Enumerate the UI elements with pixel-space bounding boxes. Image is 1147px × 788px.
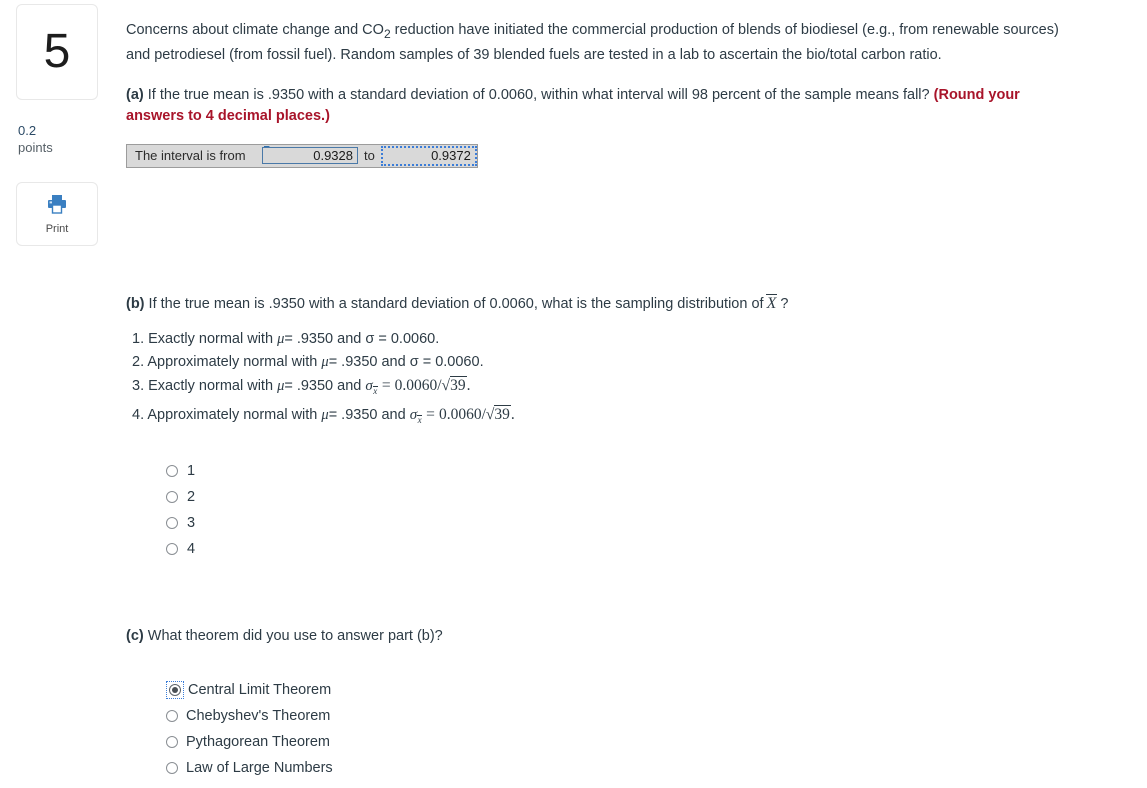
stem-text-before-co2: Concerns about climate change and CO — [126, 22, 384, 38]
radio-option-b-4[interactable]: 4 — [166, 536, 195, 562]
interval-from-input[interactable] — [262, 147, 358, 165]
radio-option-b-1[interactable]: 1 — [166, 458, 195, 484]
option-1-prefix: Exactly normal with — [148, 331, 274, 347]
radio-option-law-of-large-numbers[interactable]: Law of Large Numbers — [166, 755, 333, 781]
option-1-sigma-value: = 0.0060. — [378, 331, 440, 347]
option-text-2: 2. Approximately normal with μ= .9350 an… — [132, 351, 515, 374]
radio-label-law-of-large-numbers: Law of Large Numbers — [186, 760, 333, 776]
radio-label-pythagorean-theorem: Pythagorean Theorem — [186, 734, 331, 750]
radio-circle-icon[interactable] — [166, 465, 178, 477]
option-3-sigma-xbar: σx — [365, 378, 378, 396]
x-bar-symbol: X — [765, 294, 778, 312]
option-4-prefix: Approximately normal with — [147, 407, 318, 423]
print-button[interactable]: Print — [16, 182, 98, 246]
question-stem: Concerns about climate change and CO2 re… — [126, 0, 1070, 66]
option-4-sqrt-icon: √39 — [485, 405, 511, 423]
question-number: 5 — [43, 25, 71, 78]
part-a-label: (a) — [126, 86, 144, 103]
radio-circle-icon[interactable] — [166, 762, 178, 774]
option-4-sigma-subscript: x — [417, 415, 423, 425]
part-b-text: If the true mean is .9350 with a standar… — [148, 296, 764, 312]
points-block: 0.2 points — [16, 122, 100, 156]
part-a-prompt: (a) If the true mean is .9350 with a sta… — [126, 85, 1070, 127]
option-4-radicand: 39 — [494, 405, 511, 423]
print-label: Print — [45, 222, 69, 235]
option-2-mu: μ — [321, 354, 329, 370]
radio-option-b-3[interactable]: 3 — [166, 510, 195, 536]
option-3-mu-value: = .9350 and — [284, 378, 362, 394]
radio-option-central-limit-theorem[interactable]: Central Limit Theorem — [166, 677, 333, 703]
interval-connector-label: to — [358, 144, 381, 167]
option-4-mu-value: = .9350 and — [328, 407, 406, 423]
option-3-numerator: 0.0060 — [394, 377, 438, 394]
radio-focus-ring — [166, 681, 184, 699]
option-2-mu-value: = .9350 and — [328, 354, 406, 370]
radio-circle-icon[interactable] — [166, 517, 178, 529]
interval-answer-label: The interval is from — [127, 144, 262, 167]
question-sidebar: 5 0.2 points Print — [16, 4, 100, 246]
option-3-number: 3. — [132, 378, 145, 394]
points-value: 0.2 — [18, 123, 37, 138]
interval-answer-row: The interval is from to — [126, 143, 478, 168]
option-3-radicand: 39 — [450, 376, 467, 394]
option-4-number: 4. — [132, 407, 145, 423]
option-3-sqrt-icon: √39 — [441, 376, 467, 394]
part-b-label: (b) — [126, 296, 145, 312]
part-c-prompt: (c) What theorem did you use to answer p… — [126, 626, 443, 647]
option-2-sigma: σ — [409, 354, 419, 370]
part-b-prompt: (b) If the true mean is .9350 with a sta… — [126, 294, 788, 315]
option-4-sigma-xbar: σx — [410, 407, 423, 425]
option-2-prefix: Approximately normal with — [147, 354, 318, 370]
option-3-period: . — [466, 377, 471, 394]
radio-option-chebyshevs-theorem[interactable]: Chebyshev's Theorem — [166, 703, 333, 729]
radio-label-b-3: 3 — [187, 515, 196, 531]
interval-to-input[interactable] — [380, 145, 477, 166]
radio-circle-icon[interactable] — [169, 684, 181, 696]
option-4-period: . — [510, 406, 515, 423]
part-c-radio-group: Central Limit Theorem Chebyshev's Theore… — [166, 677, 333, 781]
radio-label-central-limit-theorem: Central Limit Theorem — [188, 682, 332, 698]
radio-label-b-2: 2 — [187, 489, 196, 505]
option-3-sigma-glyph: σ — [365, 378, 373, 394]
option-3-prefix: Exactly normal with — [148, 378, 274, 394]
option-1-number: 1. — [132, 331, 145, 347]
question-body: Concerns about climate change and CO2 re… — [126, 0, 1126, 776]
option-2-sigma-value: = 0.0060. — [422, 354, 484, 370]
radio-circle-icon[interactable] — [166, 736, 178, 748]
radio-label-chebyshevs-theorem: Chebyshev's Theorem — [186, 708, 331, 724]
radio-circle-icon[interactable] — [166, 710, 178, 722]
option-4-numerator: 0.0060 — [438, 406, 482, 423]
radio-label-b-4: 4 — [187, 541, 196, 557]
option-text-3: 3. Exactly normal with μ= .9350 and σx =… — [132, 374, 515, 403]
radio-option-b-2[interactable]: 2 — [166, 484, 195, 510]
question-number-card: 5 — [16, 4, 98, 100]
radio-label-b-1: 1 — [187, 463, 196, 479]
option-4-equals: = — [426, 406, 435, 423]
option-text-4: 4. Approximately normal with μ= .9350 an… — [132, 403, 515, 432]
radio-circle-icon[interactable] — [166, 491, 178, 503]
co2-subscript: 2 — [383, 26, 391, 41]
printer-icon — [46, 194, 68, 219]
option-3-sigma-subscript: x — [372, 386, 378, 396]
radio-option-pythagorean-theorem[interactable]: Pythagorean Theorem — [166, 729, 333, 755]
option-4-mu: μ — [321, 407, 329, 423]
part-a-text: If the true mean is .9350 with a standar… — [147, 86, 930, 103]
option-3-equals: = — [381, 377, 391, 394]
part-b-text-after: ? — [780, 296, 789, 312]
part-c-text: What theorem did you use to answer part … — [147, 628, 443, 644]
option-1-sigma: σ — [365, 331, 375, 347]
interval-from-wrap — [262, 145, 358, 167]
option-text-1: 1. Exactly normal with μ= .9350 and σ = … — [132, 328, 515, 351]
radio-circle-icon[interactable] — [166, 543, 178, 555]
part-b-radio-group: 1 2 3 4 — [166, 458, 195, 562]
points-label: points — [18, 140, 53, 155]
option-2-number: 2. — [132, 354, 145, 370]
part-b-options-text: 1. Exactly normal with μ= .9350 and σ = … — [132, 328, 515, 432]
part-c-label: (c) — [126, 628, 144, 644]
option-1-mu-value: = .9350 and — [284, 331, 362, 347]
